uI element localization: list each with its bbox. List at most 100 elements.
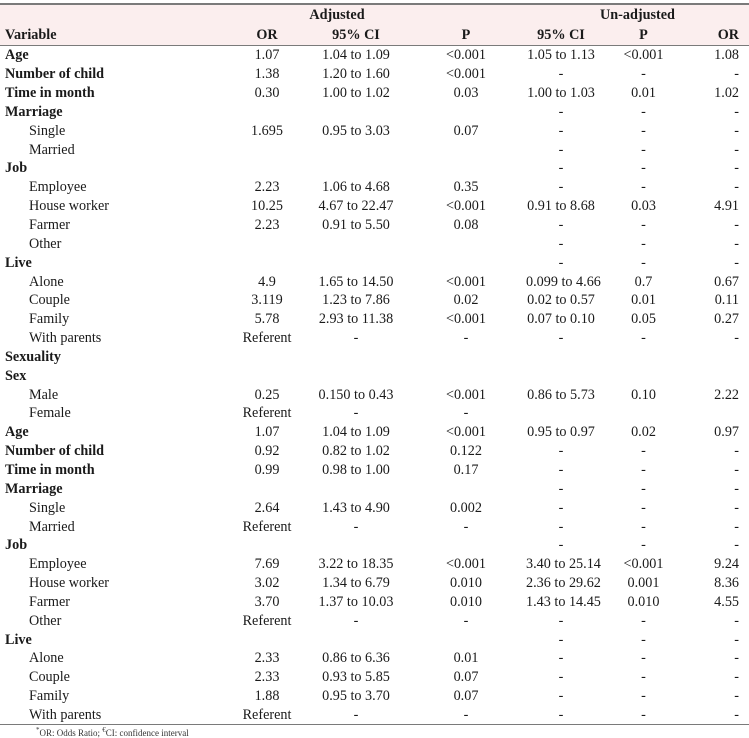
- cell-unadjusted-or: -: [734, 160, 739, 177]
- cell-unadjusted-or: -: [734, 518, 739, 535]
- cell-adjusted-ci: [306, 630, 406, 649]
- cell-adjusted-ci: [306, 479, 406, 498]
- cell-adjusted-ci: 3.22 to 18.35: [318, 556, 394, 573]
- cell-adjusted-or: 2.23: [254, 179, 280, 196]
- column-header-unadj-ci: 95% CI: [526, 25, 596, 46]
- column-header-adj-ci: 95% CI: [306, 25, 406, 46]
- cell-unadjusted-ci: 0.95 to 0.97: [527, 424, 595, 441]
- cell-unadjusted-p: 0.7: [634, 273, 653, 290]
- cell-adjusted-or: 0.92: [254, 443, 280, 460]
- cell-variable: Number of child: [5, 66, 105, 83]
- cell-unadjusted-or: -: [734, 537, 739, 554]
- cell-unadjusted-ci: [526, 348, 596, 367]
- cell-unadjusted-ci: -: [558, 443, 564, 460]
- cell-adjusted-p: [406, 366, 526, 385]
- cell-adjusted-ci: 0.93 to 5.85: [322, 669, 390, 686]
- cell-unadjusted-ci: 0.02 to 0.57: [527, 292, 595, 309]
- cell-adjusted-p: <0.001: [446, 66, 486, 83]
- cell-adjusted-p: 0.07: [453, 122, 479, 139]
- cell-variable: Sex: [5, 367, 27, 384]
- cell-adjusted-p: <0.001: [446, 273, 486, 290]
- cell-adjusted-or: 10.25: [251, 198, 283, 215]
- cell-unadjusted-p: [596, 348, 691, 367]
- column-header-variable: Variable: [0, 25, 228, 46]
- cell-adjusted-or: 3.119: [251, 292, 283, 309]
- cell-adjusted-or: 4.9: [258, 273, 276, 290]
- header-column-row: Variable OR 95% CI P 95% CI P OR: [0, 25, 749, 46]
- cell-adjusted-or: 1.695: [251, 122, 283, 139]
- cell-adjusted-p: <0.001: [446, 47, 486, 64]
- cell-unadjusted-ci: 0.07 to 0.10: [527, 311, 595, 328]
- cell-unadjusted-or: -: [734, 650, 739, 667]
- table-row: Farmer 3.70 1.37 to 10.03 0.010 1.43 to 14.4…: [0, 592, 749, 611]
- cell-adjusted-or: 1.38: [254, 66, 280, 83]
- cell-variable: Time in month: [5, 85, 95, 102]
- cell-adjusted-p: <0.001: [446, 198, 486, 215]
- cell-unadjusted-or: -: [734, 141, 739, 158]
- cell-unadjusted-ci: -: [558, 518, 564, 535]
- cell-adjusted-ci: [306, 234, 406, 253]
- cell-adjusted-p: 0.002: [450, 499, 482, 516]
- cell-adjusted-p: 0.07: [453, 688, 479, 705]
- cell-unadjusted-or: -: [734, 669, 739, 686]
- cell-adjusted-p: 0.17: [453, 461, 479, 478]
- cell-adjusted-p: [406, 253, 526, 272]
- cell-unadjusted-p: <0.001: [623, 556, 664, 573]
- cell-unadjusted-or: 8.36: [714, 575, 739, 592]
- cell-adjusted-ci: 1.23 to 7.86: [322, 292, 390, 309]
- header-unadjusted: Un-adjusted: [526, 3, 749, 25]
- cell-unadjusted-p: -: [641, 499, 646, 516]
- table-row-group: Live - - -: [0, 253, 749, 272]
- table-row: Other - - -: [0, 234, 749, 253]
- cell-adjusted-p: 0.122: [450, 443, 482, 460]
- cell-adjusted-ci: [306, 159, 406, 178]
- cell-adjusted-or: 1.07: [254, 47, 280, 64]
- cell-unadjusted-ci: 1.43 to 14.45: [526, 593, 601, 610]
- cell-unadjusted-or: -: [734, 461, 739, 478]
- column-header-unadj-p: P: [596, 25, 691, 46]
- cell-unadjusted-or: -: [734, 66, 739, 83]
- cell-unadjusted-or: -: [734, 688, 739, 705]
- cell-adjusted-or: 3.70: [254, 593, 280, 610]
- table-row-group: Time in month 0.99 0.98 to 1.00 0.17 - - -: [0, 461, 749, 480]
- cell-variable: Farmer: [29, 217, 70, 234]
- cell-unadjusted-ci: -: [558, 499, 564, 516]
- cell-unadjusted-ci: -: [558, 235, 564, 252]
- cell-adjusted-ci: 1.37 to 10.03: [318, 593, 394, 610]
- cell-adjusted-ci: 1.65 to 14.50: [318, 273, 394, 290]
- cell-adjusted-or: [228, 366, 306, 385]
- cell-unadjusted-ci: -: [558, 612, 564, 629]
- cell-adjusted-ci: [306, 103, 406, 122]
- cell-unadjusted-or: 0.97: [714, 424, 739, 441]
- cell-unadjusted-p: -: [641, 461, 646, 478]
- cell-unadjusted-ci: -: [558, 330, 564, 347]
- cell-unadjusted-or: -: [734, 254, 739, 271]
- column-header-unadj-or: OR: [691, 25, 749, 46]
- cell-unadjusted-p: [596, 366, 691, 385]
- table-row: Married - - -: [0, 140, 749, 159]
- cell-unadjusted-ci: -: [558, 179, 564, 196]
- cell-variable: Number of child: [5, 443, 105, 460]
- cell-adjusted-ci: -: [353, 518, 359, 535]
- cell-unadjusted-ci: 0.91 to 8.68: [527, 198, 595, 215]
- cell-adjusted-or: Referent: [242, 330, 292, 347]
- cell-adjusted-or: 0.30: [254, 85, 280, 102]
- cell-unadjusted-or: 9.24: [714, 556, 739, 573]
- cell-adjusted-ci: 1.20 to 1.60: [322, 66, 390, 83]
- cell-variable: House worker: [29, 575, 109, 592]
- cell-variable: Female: [29, 405, 71, 422]
- cell-adjusted-ci: [306, 348, 406, 367]
- cell-adjusted-p: <0.001: [446, 386, 486, 403]
- cell-variable: Single: [29, 122, 66, 139]
- cell-adjusted-or: [228, 234, 306, 253]
- cell-adjusted-ci: [306, 253, 406, 272]
- cell-adjusted-p: [406, 140, 526, 159]
- cell-variable: Married: [29, 518, 75, 535]
- cell-unadjusted-p: -: [641, 688, 646, 705]
- cell-unadjusted-ci: -: [558, 160, 564, 177]
- header-group-row: Adjusted Un-adjusted: [0, 3, 749, 25]
- cell-unadjusted-ci: -: [558, 254, 564, 271]
- cell-unadjusted-ci: -: [558, 217, 564, 234]
- cell-variable: Marriage: [5, 103, 63, 120]
- cell-unadjusted-p: <0.001: [623, 47, 664, 64]
